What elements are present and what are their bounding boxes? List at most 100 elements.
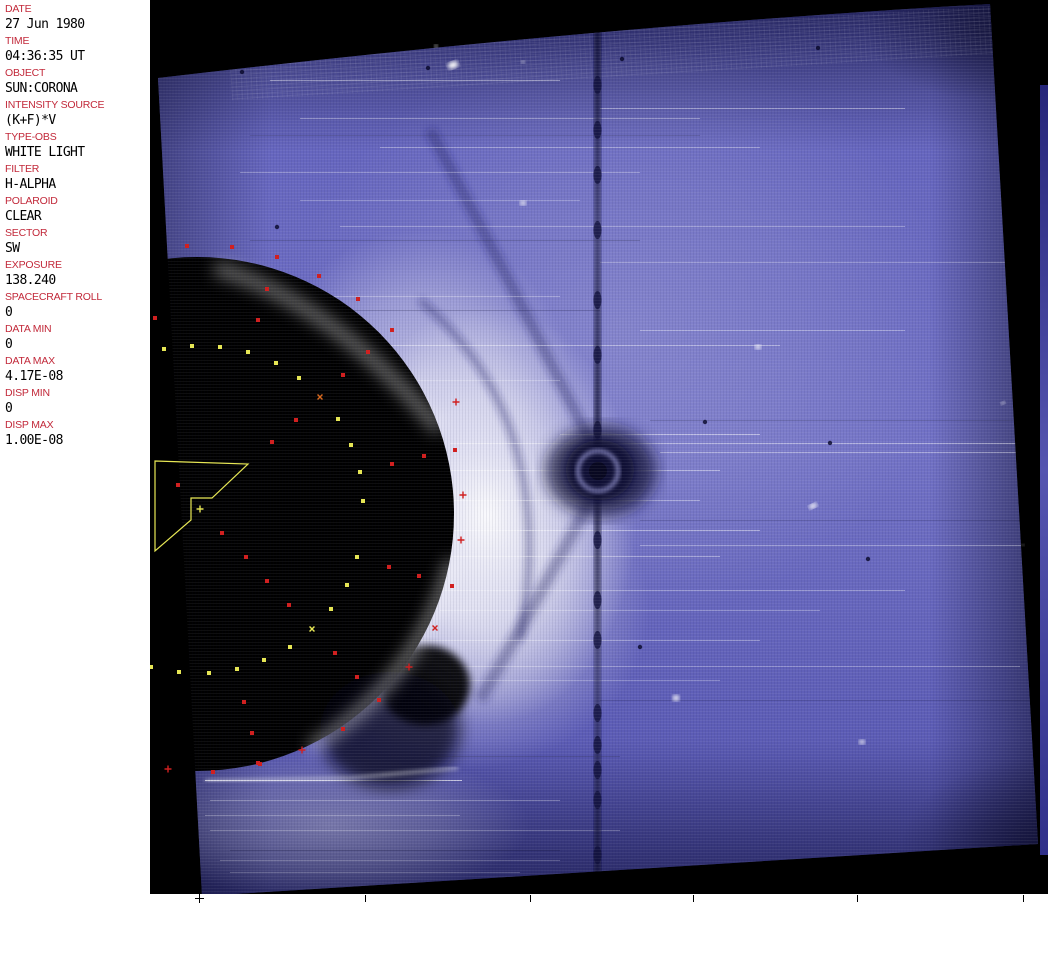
star-speck [521, 60, 525, 64]
star-speck [520, 200, 526, 206]
metadata-label: FILTER [5, 163, 40, 175]
metadata-field: TYPE-OBS WHITE LIGHT [5, 131, 150, 163]
dust-speck [619, 56, 625, 62]
metadata-label: SECTOR [5, 227, 48, 239]
fiducial-dot [262, 658, 266, 662]
star-speck [434, 44, 438, 48]
metadata-value: 0 [5, 337, 13, 352]
fiducial-dot [220, 531, 224, 535]
fiducial-dot [242, 700, 246, 704]
fiducial-dot [207, 671, 211, 675]
metadata-label: OBJECT [5, 67, 46, 79]
metadata-sidebar: DATE 27 Jun 1980 TIME 04:36:35 UT OBJECT SUN:… [0, 0, 150, 894]
fiducial-dot [390, 328, 394, 332]
metadata-field: DATE 27 Jun 1980 [5, 3, 150, 35]
fiducial-dot [177, 670, 181, 674]
metadata-value: 138.240 [5, 273, 56, 288]
dust-speck [425, 65, 431, 71]
fine-texture [158, 4, 1038, 894]
fiducial-dot [153, 316, 157, 320]
metadata-label: DATA MIN [5, 323, 52, 335]
fiducial-dot [341, 727, 345, 731]
metadata-value: 27 Jun 1980 [5, 17, 85, 32]
fiducial-dot [417, 574, 421, 578]
metadata-field: FILTER H-ALPHA [5, 163, 150, 195]
metadata-value: 1.00E-08 [5, 433, 63, 448]
metadata-field: DATA MIN 0 [5, 323, 150, 355]
metadata-value: SW [5, 241, 20, 256]
metadata-value: 4.17E-08 [5, 369, 63, 384]
metadata-label: DISP MIN [5, 387, 50, 399]
fiducial-dot [288, 645, 292, 649]
axis-tick [857, 895, 858, 902]
metadata-label: POLAROID [5, 195, 58, 207]
fiducial-dot [218, 345, 222, 349]
metadata-field: SPACECRAFT ROLL 0 [5, 291, 150, 323]
fiducial-dot [355, 675, 359, 679]
metadata-label: TYPE-OBS [5, 131, 57, 143]
fiducial-dot [366, 350, 370, 354]
metadata-field: DATA MAX 4.17E-08 [5, 355, 150, 387]
metadata-field: SECTOR SW [5, 227, 150, 259]
fiducial-dot [162, 347, 166, 351]
metadata-value: SUN:CORONA [5, 81, 78, 96]
fiducial-dot [235, 667, 239, 671]
metadata-value: 04:36:35 UT [5, 49, 85, 64]
fiducial-dot [270, 440, 274, 444]
screen: DATE 27 Jun 1980 TIME 04:36:35 UT OBJECT SUN:… [0, 0, 1048, 960]
footer: HAO SMM Coronagraph 063127191255 [0, 894, 1048, 960]
metadata-label: DATE [5, 3, 32, 15]
dust-speck [637, 644, 643, 650]
fiducial-dot [297, 376, 301, 380]
axis-tick [530, 895, 531, 902]
metadata-field: INTENSITY SOURCE (K+F)*V [5, 99, 150, 131]
metadata-value: WHITE LIGHT [5, 145, 85, 160]
dust-speck [815, 45, 821, 51]
fiducial-dot [274, 361, 278, 365]
star-speck [859, 739, 865, 745]
metadata-label: EXPOSURE [5, 259, 62, 271]
fiducial-dot [176, 483, 180, 487]
fiducial-dot [356, 297, 360, 301]
axis-tick [365, 895, 366, 902]
fiducial-dot [349, 443, 353, 447]
metadata-field: POLAROID CLEAR [5, 195, 150, 227]
fiducial-dot [358, 470, 362, 474]
axis-tick [1023, 895, 1024, 902]
dust-speck [239, 69, 245, 75]
fiducial-dot [355, 555, 359, 559]
fiducial-dot [265, 287, 269, 291]
metadata-label: DISP MAX [5, 419, 54, 431]
star-speck [1021, 544, 1025, 546]
fiducial-dot [422, 454, 426, 458]
fiducial-dot [275, 255, 279, 259]
metadata-value: H-ALPHA [5, 177, 56, 192]
axis-tick [693, 895, 694, 902]
fiducial-dot [149, 665, 153, 669]
fiducial-dot [287, 603, 291, 607]
fiducial-dot [250, 731, 254, 735]
fiducial-dot [377, 698, 381, 702]
fiducial-dot [258, 762, 262, 766]
fiducial-dot [341, 373, 345, 377]
metadata-value: (K+F)*V [5, 113, 56, 128]
fiducial-dot [390, 462, 394, 466]
fiducial-dot [361, 499, 365, 503]
fiducial-dot [450, 584, 454, 588]
fiducial-dot [336, 417, 340, 421]
dust-speck [827, 440, 833, 446]
fiducial-dot [185, 244, 189, 248]
metadata-field: OBJECT SUN:CORONA [5, 67, 150, 99]
metadata-value: 0 [5, 401, 13, 416]
metadata-value: 0 [5, 305, 13, 320]
metadata-label: DATA MAX [5, 355, 55, 367]
dust-speck [865, 556, 871, 562]
metadata-label: INTENSITY SOURCE [5, 99, 105, 111]
metadata-field: DISP MIN 0 [5, 387, 150, 419]
fiducial-dot [294, 418, 298, 422]
metadata-field: EXPOSURE 138.240 [5, 259, 150, 291]
dust-speck [274, 224, 280, 230]
metadata-value: CLEAR [5, 209, 42, 224]
sun-center-cross [199, 894, 200, 903]
fiducial-dot [329, 607, 333, 611]
